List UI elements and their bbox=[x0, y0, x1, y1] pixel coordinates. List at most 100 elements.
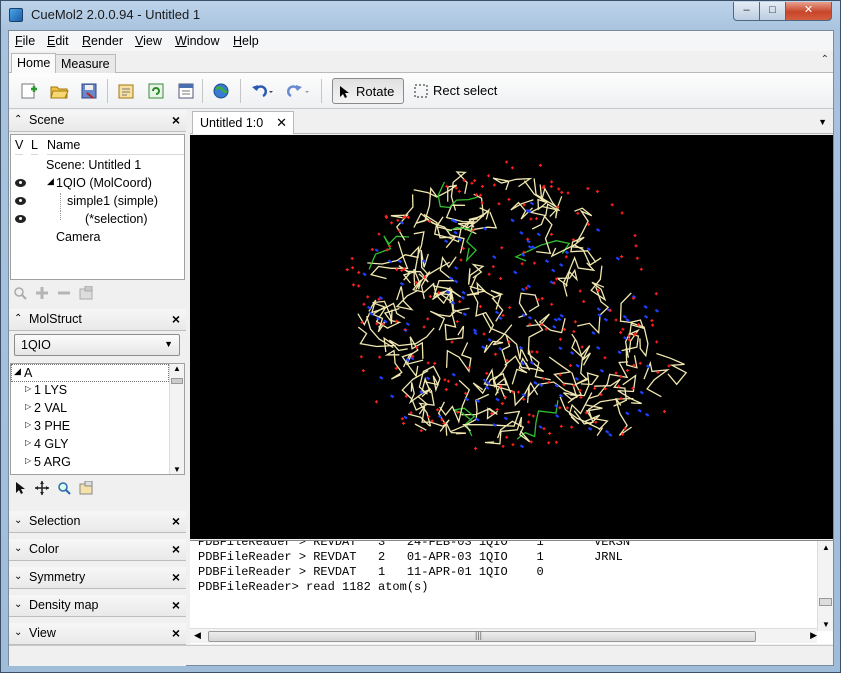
expand-triangle-icon[interactable]: ▷ bbox=[25, 402, 31, 411]
menu-file[interactable]: File bbox=[15, 34, 35, 48]
scene-tree-row[interactable]: simple1 (simple) bbox=[11, 193, 184, 211]
expand-caret-icon[interactable]: ⌄ bbox=[14, 599, 22, 610]
menu-view[interactable]: View bbox=[135, 34, 162, 48]
undo-icon[interactable] bbox=[249, 81, 275, 101]
title-bar[interactable]: CueMol2 2.0.0.94 - Untitled 1 – □ ✕ bbox=[1, 1, 840, 29]
oxygen-atom bbox=[614, 371, 618, 375]
scrollbar-thumb[interactable]: ||| bbox=[208, 630, 756, 642]
expand-triangle-icon[interactable]: ◢ bbox=[14, 366, 21, 377]
render-globe-icon[interactable] bbox=[211, 81, 231, 101]
visibility-eye-icon[interactable] bbox=[15, 197, 26, 205]
expand-caret-icon[interactable]: ⌄ bbox=[14, 627, 22, 638]
scene-tree-row[interactable]: (*selection) bbox=[11, 211, 184, 229]
visibility-eye-icon[interactable] bbox=[15, 179, 26, 187]
zoom-icon[interactable] bbox=[57, 481, 71, 495]
column-locked[interactable]: L bbox=[31, 135, 38, 155]
menu-window[interactable]: Window bbox=[175, 34, 219, 48]
nitrogen-atom bbox=[403, 415, 408, 420]
export-icon[interactable] bbox=[116, 81, 136, 101]
properties-icon[interactable] bbox=[176, 81, 196, 101]
open-file-icon[interactable] bbox=[49, 81, 69, 101]
rotate-mode-button[interactable]: Rotate bbox=[332, 78, 404, 104]
tab-measure[interactable]: Measure bbox=[55, 54, 116, 74]
oxygen-atom bbox=[357, 270, 361, 274]
settings-icon[interactable] bbox=[79, 285, 93, 300]
move-icon[interactable] bbox=[35, 481, 49, 495]
close-icon[interactable]: × bbox=[172, 513, 180, 529]
tab-home[interactable]: Home bbox=[11, 53, 57, 74]
menu-help[interactable]: Help bbox=[233, 34, 259, 48]
molstruct-panel-header[interactable]: ⌃ MolStruct × bbox=[9, 309, 186, 331]
nitrogen-atom bbox=[643, 314, 649, 319]
color-panel-header[interactable]: ⌄ Color × bbox=[9, 539, 186, 561]
expand-caret-icon[interactable]: ⌄ bbox=[14, 571, 22, 582]
oxygen-atom bbox=[487, 174, 491, 178]
close-icon[interactable]: × bbox=[172, 569, 180, 585]
close-icon[interactable]: × bbox=[172, 311, 180, 327]
rect-select-mode-button[interactable]: Rect select bbox=[408, 78, 504, 104]
nitrogen-atom bbox=[596, 346, 601, 350]
expand-caret-icon[interactable]: ⌄ bbox=[14, 515, 22, 526]
visibility-eye-icon[interactable] bbox=[15, 215, 26, 223]
close-icon[interactable]: × bbox=[172, 597, 180, 613]
residue-scrollbar[interactable]: ▲ ▼ bbox=[169, 364, 184, 474]
ribbon-collapse-icon[interactable]: ⌃ bbox=[821, 54, 829, 65]
expand-triangle-icon[interactable]: ▷ bbox=[25, 438, 31, 447]
molecule-viewport[interactable] bbox=[190, 135, 833, 539]
close-icon[interactable]: × bbox=[172, 541, 180, 557]
new-scene-icon[interactable] bbox=[19, 81, 39, 101]
zoom-icon[interactable] bbox=[13, 286, 27, 300]
symmetry-panel-header[interactable]: ⌄ Symmetry × bbox=[9, 567, 186, 589]
tab-list-icon[interactable]: ▼ bbox=[818, 117, 827, 127]
nitrogen-atom bbox=[378, 296, 384, 300]
molecule-select[interactable]: 1QIO ▼ bbox=[14, 334, 180, 356]
selection-panel-header[interactable]: ⌄ Selection × bbox=[9, 511, 186, 533]
menu-edit[interactable]: Edit bbox=[47, 34, 69, 48]
redo-icon[interactable] bbox=[285, 81, 311, 101]
close-icon[interactable]: ✕ bbox=[276, 115, 287, 131]
console-horizontal-scrollbar[interactable]: ◀ ||| ▶ bbox=[190, 628, 817, 643]
scene-panel-header[interactable]: ⌃ Scene × bbox=[9, 110, 186, 132]
oxygen-atom bbox=[362, 302, 366, 306]
nitrogen-atom bbox=[513, 270, 518, 275]
expand-triangle-icon[interactable]: ▷ bbox=[25, 456, 31, 465]
minimize-button[interactable]: – bbox=[733, 2, 760, 21]
expand-triangle-icon[interactable]: ◢ bbox=[47, 176, 54, 187]
residue-row[interactable]: ▷ 4 GLY bbox=[11, 436, 169, 454]
scene-tree-row[interactable]: Camera bbox=[11, 229, 184, 247]
close-icon[interactable]: × bbox=[172, 112, 180, 128]
add-icon[interactable] bbox=[35, 286, 49, 300]
residue-row[interactable]: ▷ 1 LYS bbox=[11, 382, 169, 400]
view-panel-header[interactable]: ⌄ View × bbox=[9, 623, 186, 645]
expand-caret-icon[interactable]: ⌄ bbox=[14, 543, 22, 554]
remove-icon[interactable] bbox=[57, 286, 71, 300]
residue-row[interactable]: ▷ 3 PHE bbox=[11, 418, 169, 436]
residue-row[interactable]: ▷ 5 ARG bbox=[11, 454, 169, 472]
oxygen-atom bbox=[565, 406, 569, 410]
tab-untitled-1[interactable]: Untitled 1:0 ✕ bbox=[192, 111, 294, 134]
oxygen-atom bbox=[633, 234, 637, 238]
scene-tree-row[interactable]: Scene: Untitled 1 bbox=[11, 157, 184, 175]
scene-tree-row[interactable]: ◢ 1QIO (MolCoord) bbox=[11, 175, 184, 193]
column-visible[interactable]: V bbox=[15, 135, 24, 155]
residue-row[interactable]: ▷ 2 VAL bbox=[11, 400, 169, 418]
column-name[interactable]: Name bbox=[47, 135, 184, 155]
save-file-icon[interactable] bbox=[79, 81, 99, 101]
maximize-button[interactable]: □ bbox=[759, 2, 786, 21]
console-vertical-scrollbar[interactable]: ▲ ▼ bbox=[817, 541, 833, 631]
nitrogen-atom bbox=[645, 412, 650, 417]
select-arrow-icon[interactable] bbox=[13, 481, 27, 495]
expand-triangle-icon[interactable]: ▷ bbox=[25, 420, 31, 429]
nitrogen-atom bbox=[603, 317, 609, 322]
collapse-caret-icon[interactable]: ⌃ bbox=[14, 313, 22, 324]
close-icon[interactable]: × bbox=[172, 625, 180, 641]
chain-row[interactable]: ◢ A bbox=[11, 364, 169, 382]
oxygen-atom bbox=[501, 444, 505, 448]
close-button[interactable]: ✕ bbox=[785, 2, 832, 21]
menu-render[interactable]: Render bbox=[82, 34, 123, 48]
refresh-icon[interactable] bbox=[146, 81, 166, 101]
density-map-panel-header[interactable]: ⌄ Density map × bbox=[9, 595, 186, 617]
collapse-caret-icon[interactable]: ⌃ bbox=[14, 114, 22, 125]
expand-triangle-icon[interactable]: ▷ bbox=[25, 384, 31, 393]
settings-icon[interactable] bbox=[79, 480, 93, 495]
